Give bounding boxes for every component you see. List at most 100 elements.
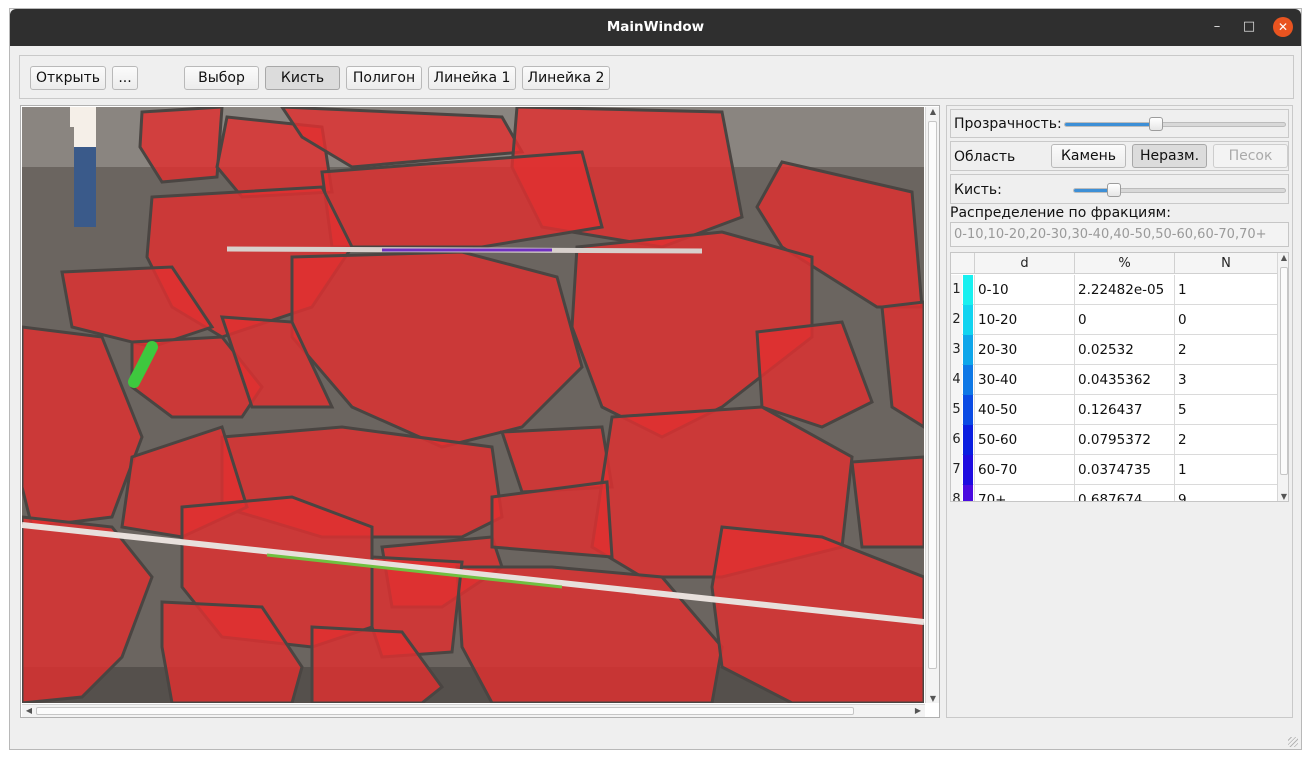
table-row[interactable]: 4 30-40 0.0435362 3 bbox=[951, 365, 1277, 395]
polygon-tool-button[interactable]: Полигон bbox=[346, 66, 422, 90]
row-number[interactable]: 8 bbox=[951, 485, 962, 501]
cell-d[interactable]: 70+ bbox=[974, 485, 1074, 501]
cell-percent[interactable]: 0.0435362 bbox=[1074, 365, 1174, 395]
area-sand-button[interactable]: Песок bbox=[1213, 144, 1288, 168]
cell-percent[interactable]: 0.126437 bbox=[1074, 395, 1174, 425]
row-number[interactable]: 7 bbox=[951, 455, 962, 485]
area-label: Область bbox=[954, 149, 1016, 165]
cell-percent[interactable]: 0.0374735 bbox=[1074, 455, 1174, 485]
distribution-label: Распределение по фракциям: bbox=[950, 205, 1171, 221]
cell-n[interactable]: 1 bbox=[1174, 455, 1277, 485]
cell-percent[interactable]: 0 bbox=[1074, 305, 1174, 335]
scroll-up-arrow-icon[interactable]: ▲ bbox=[926, 107, 940, 116]
cell-d[interactable]: 20-30 bbox=[974, 335, 1074, 365]
cell-n[interactable]: 2 bbox=[1174, 335, 1277, 365]
cell-d[interactable]: 0-10 bbox=[974, 275, 1074, 305]
fraction-color-swatch bbox=[963, 275, 973, 305]
brush-size-slider[interactable] bbox=[1073, 183, 1286, 197]
table-row[interactable]: 3 20-30 0.02532 2 bbox=[951, 335, 1277, 365]
window-title: MainWindow bbox=[606, 19, 705, 35]
cell-n[interactable]: 1 bbox=[1174, 275, 1277, 305]
fraction-color-swatch bbox=[963, 455, 973, 485]
transparency-group: Прозрачность: bbox=[950, 109, 1289, 138]
table-header: d % N bbox=[951, 253, 1277, 274]
open-button[interactable]: Открыть bbox=[30, 66, 106, 90]
image-canvas[interactable] bbox=[22, 107, 924, 703]
transparency-slider-fill bbox=[1065, 123, 1156, 126]
row-number[interactable]: 5 bbox=[951, 395, 962, 425]
cell-d[interactable]: 50-60 bbox=[974, 425, 1074, 455]
scroll-left-arrow-icon[interactable]: ◀ bbox=[22, 706, 36, 715]
table-scrollbar[interactable]: ▲ ▼ bbox=[1277, 253, 1288, 501]
brush-group: Кисть: bbox=[950, 174, 1289, 204]
title-bar: MainWindow – □ ✕ bbox=[10, 9, 1301, 46]
area-stone-button[interactable]: Камень bbox=[1051, 144, 1126, 168]
table-row[interactable]: 8 70+ 0.687674 9 bbox=[951, 485, 1277, 501]
cell-percent[interactable]: 0.02532 bbox=[1074, 335, 1174, 365]
table-scroll-thumb[interactable] bbox=[1280, 267, 1288, 475]
table-row[interactable]: 7 60-70 0.0374735 1 bbox=[951, 455, 1277, 485]
rock-photo bbox=[22, 107, 924, 703]
row-number[interactable]: 3 bbox=[951, 335, 962, 365]
row-number[interactable]: 6 bbox=[951, 425, 962, 455]
row-number[interactable]: 1 bbox=[951, 275, 962, 305]
cell-percent[interactable]: 2.22482e-05 bbox=[1074, 275, 1174, 305]
fraction-color-swatch bbox=[963, 485, 973, 501]
horizontal-scroll-thumb[interactable] bbox=[36, 707, 854, 715]
corner-header bbox=[951, 253, 974, 274]
cell-n[interactable]: 3 bbox=[1174, 365, 1277, 395]
header-percent[interactable]: % bbox=[1074, 253, 1174, 274]
select-tool-button[interactable]: Выбор bbox=[184, 66, 259, 90]
cell-d[interactable]: 60-70 bbox=[974, 455, 1074, 485]
fraction-color-swatch bbox=[963, 425, 973, 455]
image-view: ▲ ▼ ◀ ▶ bbox=[20, 105, 940, 718]
scroll-right-arrow-icon[interactable]: ▶ bbox=[911, 706, 925, 715]
row-number[interactable]: 4 bbox=[951, 365, 962, 395]
resize-grip-icon[interactable] bbox=[1288, 737, 1298, 747]
header-d[interactable]: d bbox=[974, 253, 1074, 274]
area-group: Область Камень Неразм. Песок bbox=[950, 141, 1289, 171]
area-unsized-button[interactable]: Неразм. bbox=[1132, 144, 1207, 168]
cell-n[interactable]: 5 bbox=[1174, 395, 1277, 425]
table-row[interactable]: 5 40-50 0.126437 5 bbox=[951, 395, 1277, 425]
fraction-color-swatch bbox=[963, 305, 973, 335]
cell-percent[interactable]: 0.0795372 bbox=[1074, 425, 1174, 455]
minimize-icon[interactable]: – bbox=[1207, 17, 1227, 37]
table-scroll-down-icon[interactable]: ▼ bbox=[1278, 492, 1288, 501]
table-row[interactable]: 6 50-60 0.0795372 2 bbox=[951, 425, 1277, 455]
cell-d[interactable]: 40-50 bbox=[974, 395, 1074, 425]
cell-n[interactable]: 2 bbox=[1174, 425, 1277, 455]
main-window: MainWindow – □ ✕ Открыть ... Выбор Кисть… bbox=[9, 8, 1302, 750]
cell-n[interactable]: 0 bbox=[1174, 305, 1277, 335]
maximize-icon[interactable]: □ bbox=[1239, 17, 1259, 37]
cell-d[interactable]: 10-20 bbox=[974, 305, 1074, 335]
ruler-1-button[interactable]: Линейка 1 bbox=[428, 66, 516, 90]
side-panel: Прозрачность: Область Камень Неразм. Пес… bbox=[946, 105, 1293, 718]
brush-tool-button[interactable]: Кисть bbox=[265, 66, 340, 90]
fraction-color-swatch bbox=[963, 335, 973, 365]
toolbar: Открыть ... Выбор Кисть Полигон Линейка … bbox=[19, 55, 1294, 99]
scroll-down-arrow-icon[interactable]: ▼ bbox=[926, 694, 940, 703]
transparency-slider-handle[interactable] bbox=[1149, 117, 1163, 131]
table-scroll-up-icon[interactable]: ▲ bbox=[1278, 253, 1288, 262]
more-button[interactable]: ... bbox=[112, 66, 138, 90]
header-n[interactable]: N bbox=[1174, 253, 1277, 274]
fraction-color-swatch bbox=[963, 395, 973, 425]
distribution-input[interactable]: 0-10,10-20,20-30,30-40,40-50,50-60,60-70… bbox=[950, 222, 1289, 247]
cell-n[interactable]: 9 bbox=[1174, 485, 1277, 501]
brush-size-slider-handle[interactable] bbox=[1107, 183, 1121, 197]
transparency-label: Прозрачность: bbox=[954, 116, 1062, 132]
close-icon[interactable]: ✕ bbox=[1273, 17, 1293, 37]
cell-d[interactable]: 30-40 bbox=[974, 365, 1074, 395]
table-row[interactable]: 2 10-20 0 0 bbox=[951, 305, 1277, 335]
ruler-2-button[interactable]: Линейка 2 bbox=[522, 66, 610, 90]
fraction-table: d % N 1 0-10 2.22482e-05 1 2 10-20 0 0 3 20-30 0.0… bbox=[950, 252, 1289, 502]
table-row[interactable]: 1 0-10 2.22482e-05 1 bbox=[951, 275, 1277, 305]
transparency-slider[interactable] bbox=[1064, 117, 1286, 131]
canvas-horizontal-scrollbar[interactable]: ◀ ▶ bbox=[22, 704, 925, 717]
canvas-vertical-scrollbar[interactable]: ▲ ▼ bbox=[925, 107, 939, 703]
fraction-color-swatch bbox=[963, 365, 973, 395]
cell-percent[interactable]: 0.687674 bbox=[1074, 485, 1174, 501]
vertical-scroll-thumb[interactable] bbox=[928, 121, 937, 669]
row-number[interactable]: 2 bbox=[951, 305, 962, 335]
